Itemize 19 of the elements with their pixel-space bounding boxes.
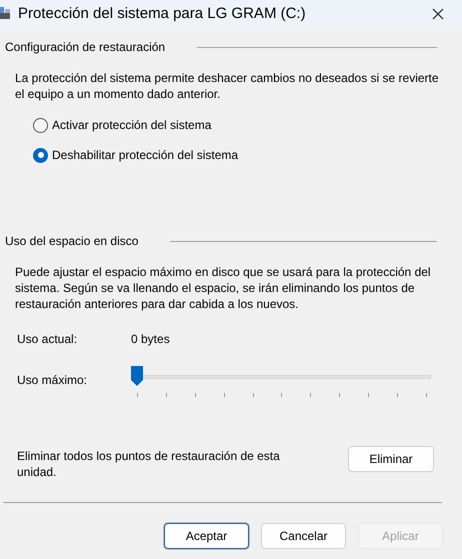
- field-label: Uso máximo:: [17, 372, 88, 389]
- close-icon[interactable]: [432, 8, 444, 20]
- section-heading: Configuración de restauración: [5, 39, 166, 56]
- slider-thumb[interactable]: [131, 366, 143, 386]
- delete-button[interactable]: Eliminar: [348, 446, 434, 472]
- radio-button[interactable]: [33, 148, 48, 162]
- window-title: Protección del sistema para LG GRAM (C:): [18, 4, 307, 24]
- drive-shield-icon: [0, 7, 12, 21]
- field-label: Uso actual:: [17, 331, 78, 348]
- dialog-button[interactable]: Aceptar: [164, 523, 249, 549]
- radio-button[interactable]: [33, 118, 48, 132]
- radio-option[interactable]: Activar protección del sistema: [33, 116, 212, 134]
- dialog-button[interactable]: Cancelar: [261, 523, 346, 549]
- radio-option[interactable]: Deshabilitar protección del sistema: [33, 146, 238, 164]
- description-text: Puede ajustar el espacio máximo en disco que se usará para la protección del sistema. Según se va llenando el espacio, se irán eliminando los puntos de restauración anteriores para dar cabida a los nuevos.: [14, 264, 432, 312]
- delete-text: Eliminar todos los puntos de restauración de esta unidad.: [17, 448, 281, 480]
- usage-value: 0 bytes: [131, 331, 170, 348]
- section-heading: Uso del espacio en disco: [5, 233, 138, 250]
- description-text: La protección del sistema permite deshacer cambios no deseados si se revierte el equipo a un momento dado anterior.: [14, 70, 440, 102]
